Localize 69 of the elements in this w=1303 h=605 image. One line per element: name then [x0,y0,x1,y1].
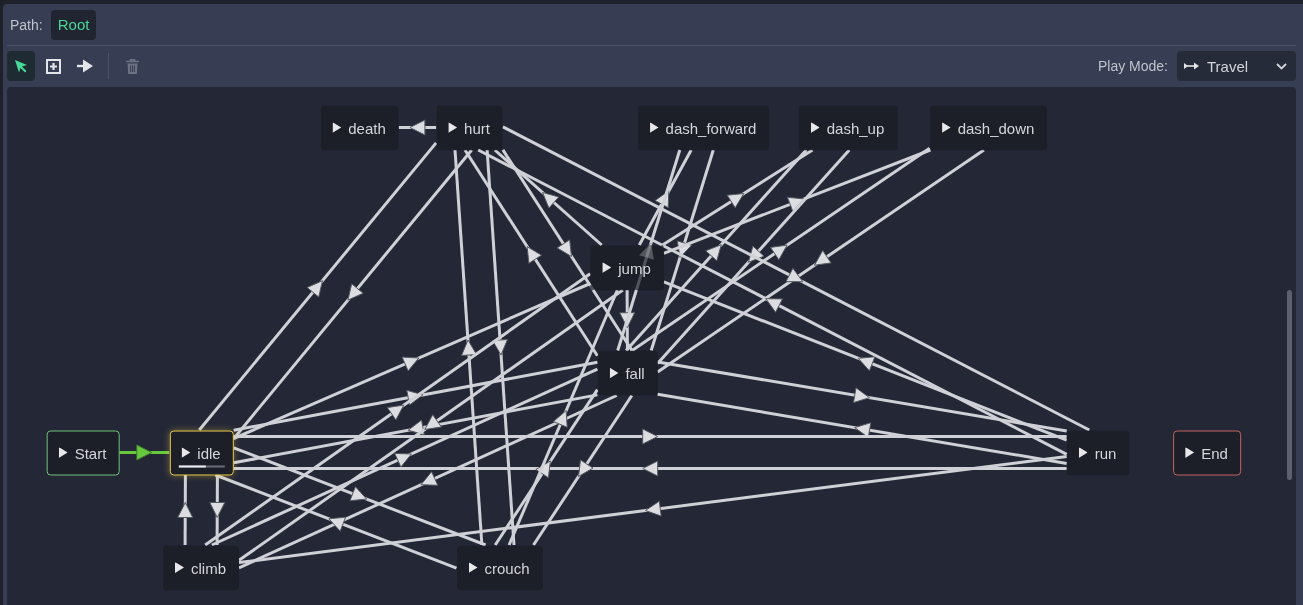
transition-arrow[interactable] [656,148,985,374]
transition-arrow[interactable] [638,149,693,246]
play-icon[interactable] [1078,447,1088,458]
scrollbar[interactable] [1287,290,1292,480]
state-node[interactable]: death [320,105,399,150]
transition-arrow[interactable] [507,289,619,546]
select-tool-button[interactable] [7,51,35,81]
path-label: Path: [10,16,43,33]
end-node[interactable]: End [1173,430,1241,475]
transition-arrow[interactable] [398,119,437,136]
play-mode-label: Play Mode: [1097,58,1168,74]
transition-arrow[interactable] [233,428,1067,445]
play-icon[interactable] [58,447,68,458]
transition-arrow[interactable] [616,149,682,351]
state-node[interactable]: fall [597,350,658,396]
chevron-down-icon [1276,62,1287,70]
transition-arrow[interactable] [657,392,1067,465]
travel-icon [1184,62,1199,70]
play-icon[interactable] [602,262,612,273]
transition-arrow[interactable] [463,149,599,357]
transition-arrow[interactable] [233,393,598,465]
transition-arrow[interactable] [233,360,598,432]
play-icon[interactable] [468,562,478,573]
trash-icon [125,58,139,74]
play-icon[interactable] [448,122,458,133]
transition-arrow[interactable] [238,455,1067,565]
state-node[interactable]: dash_forward [637,105,770,150]
transition-arrow[interactable] [502,125,1090,432]
play-icon[interactable] [649,122,659,133]
state-node[interactable]: crouch [456,545,543,590]
state-node[interactable]: run [1066,430,1130,475]
pointer-icon [14,59,28,73]
breadcrumb-button[interactable]: Root [50,9,97,40]
transition-arrow[interactable] [233,446,487,547]
play-icon[interactable] [181,447,191,458]
transition-arrow[interactable] [661,148,814,247]
transition-arrow[interactable] [209,475,226,545]
transition-arrow[interactable] [657,360,1067,433]
play-icon[interactable] [941,122,951,133]
play-icon[interactable] [332,122,342,133]
state-node[interactable]: climb [163,545,239,590]
transition-arrow[interactable] [485,149,516,546]
transition-arrow[interactable] [198,141,438,431]
state-node[interactable]: dash_up [798,105,898,150]
start-node[interactable]: Start [46,430,120,475]
transition-arrow[interactable] [532,394,634,546]
transition-arrow[interactable] [493,388,599,546]
play-icon[interactable] [609,367,619,379]
play-icon[interactable] [1185,447,1195,458]
state-node[interactable]: dash_down [929,105,1048,150]
transition-arrow[interactable] [238,288,624,562]
add-node-icon [45,58,61,74]
transition-arrow[interactable] [649,149,715,351]
graph-canvas[interactable]: death hurt dash_forward dash_up dash_down jump fall Start idle run End climb crouch [7,87,1296,605]
play-icon[interactable] [810,122,820,133]
state-node[interactable]: idle [169,430,234,475]
transition-arrow[interactable] [477,148,1068,456]
transition-arrow[interactable] [493,148,603,247]
arrow-icon [77,59,93,73]
play-mode-dropdown[interactable]: Travel [1177,51,1296,81]
transition-arrow[interactable] [233,282,591,440]
transition-arrow[interactable] [663,280,1068,442]
play-icon[interactable] [175,562,184,573]
state-node[interactable]: jump [590,245,664,290]
transition-arrow[interactable] [233,460,1067,477]
transition-arrow[interactable] [663,148,931,255]
state-node[interactable]: hurt [436,105,503,150]
transition-arrow[interactable] [177,475,194,545]
transition-arrow[interactable] [119,444,170,461]
